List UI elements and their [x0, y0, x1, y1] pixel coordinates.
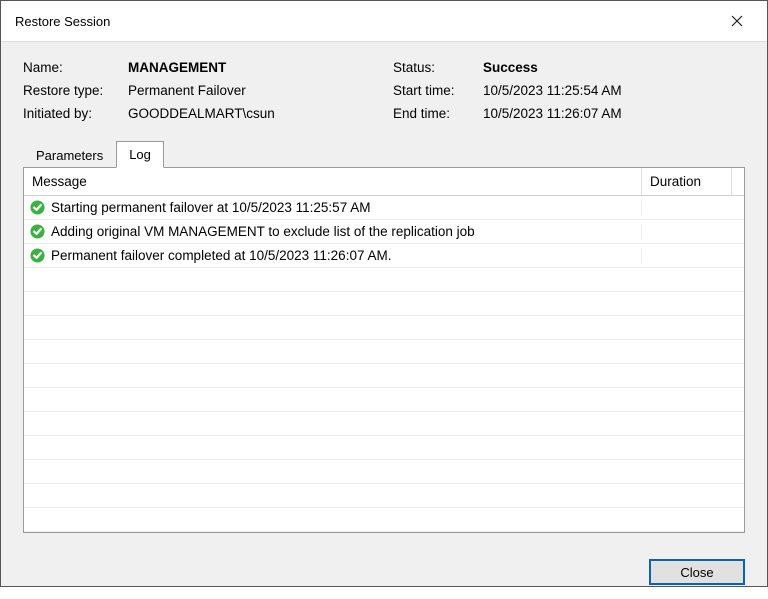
name-label: Name:	[23, 60, 128, 75]
initiated-by-value: GOODDEALMART\csun	[128, 106, 393, 121]
restore-session-dialog: Restore Session Name: Restore type: Init…	[0, 0, 768, 587]
log-header: Message Duration	[24, 168, 744, 196]
log-row-empty	[24, 364, 744, 388]
column-header-duration[interactable]: Duration	[642, 168, 732, 195]
log-row-empty	[24, 484, 744, 508]
tab-log[interactable]: Log	[116, 141, 164, 168]
window-title: Restore Session	[15, 14, 110, 29]
name-value: MANAGEMENT	[128, 60, 393, 75]
log-panel: Message Duration Starting permanent fail…	[23, 167, 745, 533]
log-row-empty	[24, 412, 744, 436]
log-row[interactable]: Permanent failover completed at 10/5/202…	[24, 244, 744, 268]
dialog-footer: Close	[1, 547, 767, 599]
log-row-empty	[24, 268, 744, 292]
status-label: Status:	[393, 60, 483, 75]
column-header-extra	[732, 168, 744, 195]
log-message-cell: Permanent failover completed at 10/5/202…	[24, 248, 642, 263]
log-row-empty	[24, 316, 744, 340]
log-message-text: Starting permanent failover at 10/5/2023…	[51, 200, 370, 215]
column-header-message[interactable]: Message	[24, 168, 642, 195]
log-message-cell: Starting permanent failover at 10/5/2023…	[24, 200, 642, 215]
status-value: Success	[483, 60, 745, 75]
start-time-value: 10/5/2023 11:25:54 AM	[483, 83, 745, 98]
tab-parameters[interactable]: Parameters	[23, 142, 116, 168]
log-message-cell: Adding original VM MANAGEMENT to exclude…	[24, 224, 642, 239]
log-row-empty	[24, 388, 744, 412]
close-button[interactable]: Close	[649, 559, 745, 585]
log-message-text: Permanent failover completed at 10/5/202…	[51, 248, 391, 263]
restore-type-value: Permanent Failover	[128, 83, 393, 98]
titlebar: Restore Session	[1, 1, 767, 42]
initiated-by-label: Initiated by:	[23, 106, 128, 121]
success-icon	[30, 200, 45, 215]
log-row[interactable]: Starting permanent failover at 10/5/2023…	[24, 196, 744, 220]
end-time-value: 10/5/2023 11:26:07 AM	[483, 106, 745, 121]
end-time-label: End time:	[393, 106, 483, 121]
log-row-empty	[24, 508, 744, 532]
session-info: Name: Restore type: Initiated by: MANAGE…	[23, 60, 745, 121]
success-icon	[30, 224, 45, 239]
log-row[interactable]: Adding original VM MANAGEMENT to exclude…	[24, 220, 744, 244]
restore-type-label: Restore type:	[23, 83, 128, 98]
log-row-empty	[24, 340, 744, 364]
start-time-label: Start time:	[393, 83, 483, 98]
close-icon	[731, 15, 743, 27]
success-icon	[30, 248, 45, 263]
window-close-button[interactable]	[717, 9, 757, 33]
log-body[interactable]: Starting permanent failover at 10/5/2023…	[24, 196, 744, 532]
dialog-content: Name: Restore type: Initiated by: MANAGE…	[1, 42, 767, 547]
log-row-empty	[24, 436, 744, 460]
log-row-empty	[24, 292, 744, 316]
log-message-text: Adding original VM MANAGEMENT to exclude…	[51, 224, 475, 239]
log-row-empty	[24, 460, 744, 484]
tab-strip: Parameters Log	[23, 141, 745, 168]
